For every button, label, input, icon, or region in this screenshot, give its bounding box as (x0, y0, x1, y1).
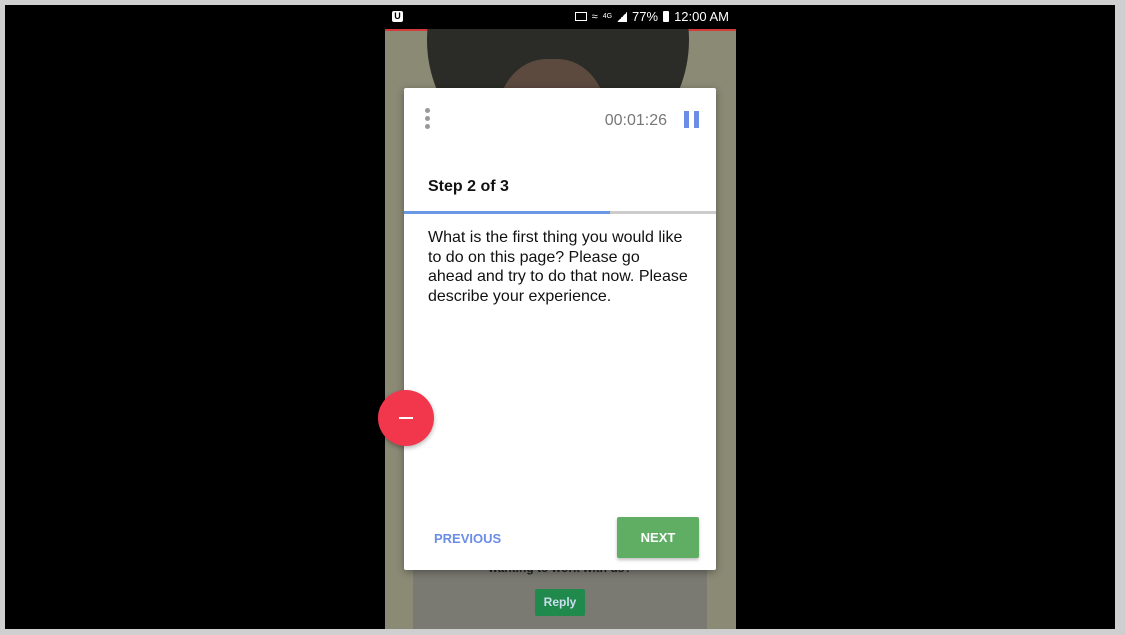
minus-icon (399, 417, 413, 419)
step-progress-bar (404, 211, 716, 214)
battery-percent: 77% (632, 9, 659, 24)
battery-icon (663, 11, 670, 22)
more-options-icon[interactable] (424, 108, 432, 132)
reply-button[interactable]: Reply (535, 589, 585, 616)
wifi-icon: ≈ (591, 10, 598, 23)
step-indicator: Step 2 of 3 (428, 178, 509, 195)
minimize-button[interactable] (378, 390, 434, 446)
app-notification-icon: U (392, 11, 403, 22)
task-timer: 00:01:26 (604, 112, 667, 129)
status-bar: U ≈ 4G 77% 12:00 AM (385, 5, 736, 29)
network-type-label: 4G (602, 13, 613, 20)
progress-fill (404, 211, 610, 214)
pause-icon[interactable] (684, 111, 700, 129)
task-modal: 00:01:26 Step 2 of 3 What is the first t… (404, 88, 716, 570)
task-question: What is the first thing you would like t… (428, 229, 688, 305)
cast-icon (574, 12, 587, 21)
status-icons: ≈ 4G 77% 12:00 AM (574, 9, 729, 24)
clock: 12:00 AM (674, 9, 729, 24)
previous-button[interactable]: PREVIOUS (434, 531, 501, 546)
next-button[interactable]: NEXT (617, 517, 699, 558)
signal-icon (617, 11, 628, 22)
